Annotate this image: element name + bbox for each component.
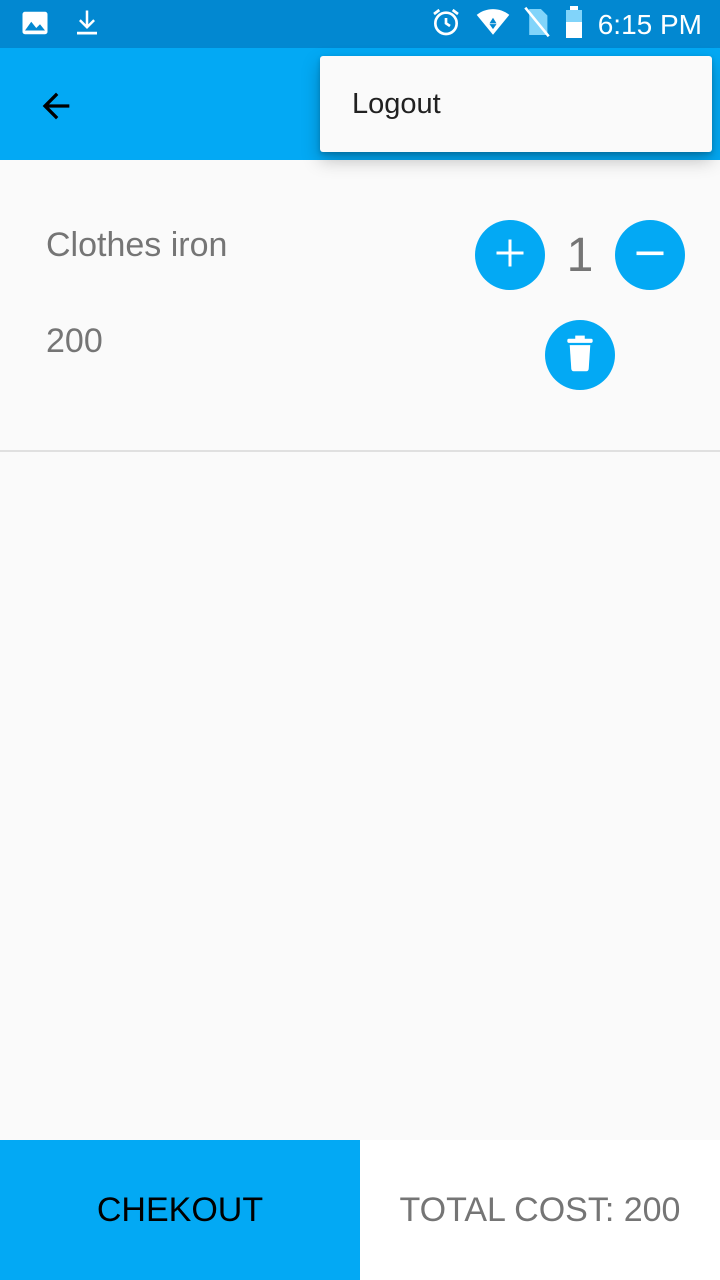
- item-price: 200: [46, 322, 103, 360]
- delete-item-button[interactable]: [545, 320, 615, 390]
- no-sim-icon: [524, 6, 550, 43]
- item-name: Clothes iron: [46, 226, 228, 264]
- image-icon: [20, 8, 50, 43]
- arrow-back-icon: [36, 86, 76, 131]
- alarm-icon: [430, 6, 462, 43]
- increase-quantity-button[interactable]: [475, 220, 545, 290]
- overflow-menu: Logout: [320, 56, 712, 152]
- quantity-value: 1: [566, 229, 594, 282]
- download-icon: [72, 8, 102, 43]
- back-button[interactable]: [28, 80, 84, 136]
- status-time: 6:15 PM: [597, 8, 702, 40]
- plus-icon: [492, 235, 528, 276]
- trash-icon: [563, 334, 597, 377]
- wifi-icon: [476, 7, 510, 42]
- logout-menu-item[interactable]: Logout: [320, 56, 712, 152]
- minus-icon: [632, 235, 668, 276]
- battery-icon: [564, 6, 584, 43]
- bottom-bar: CHEKOUT TOTAL COST: 200: [0, 1140, 720, 1280]
- cart-item: Clothes iron 200 1: [0, 160, 720, 452]
- status-bar: 6:15 PM: [0, 0, 720, 48]
- checkout-button[interactable]: CHEKOUT: [0, 1140, 360, 1280]
- total-cost: TOTAL COST: 200: [360, 1140, 720, 1280]
- decrease-quantity-button[interactable]: [615, 220, 685, 290]
